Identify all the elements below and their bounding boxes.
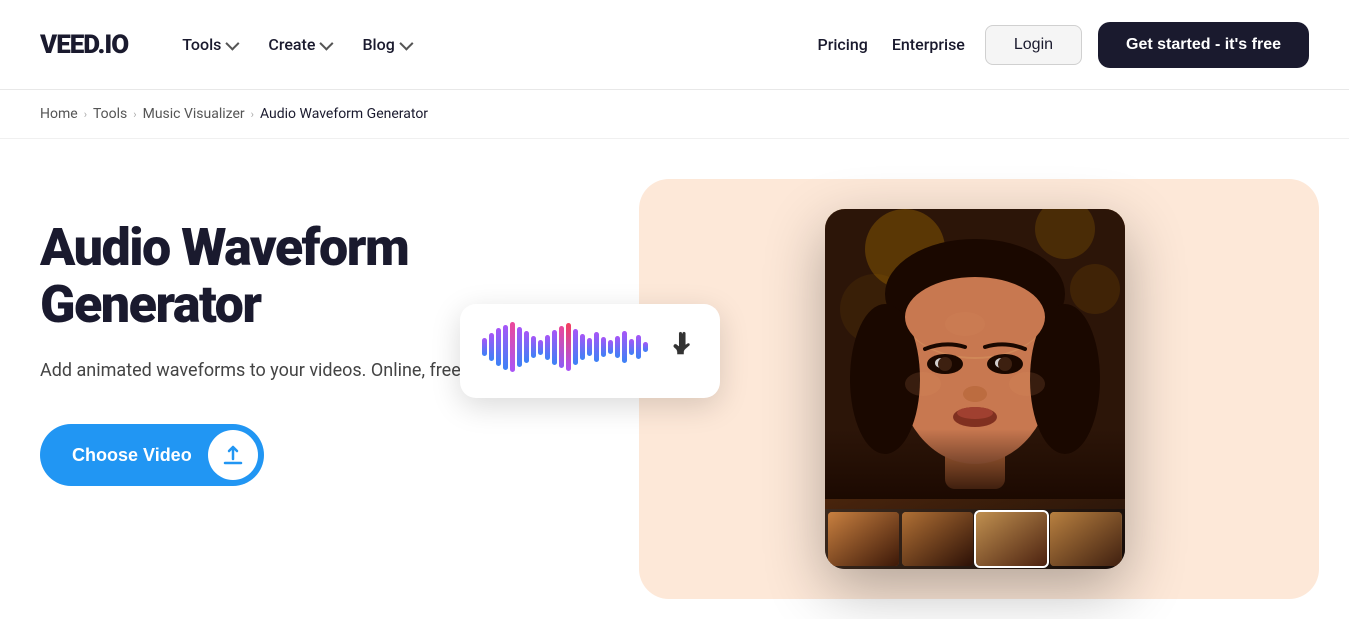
video-thumbnails [825,509,1125,569]
wbar-15 [580,334,585,360]
woman-svg [825,209,1125,499]
woman-face-image [825,209,1125,509]
thumb-svg-3 [976,512,1047,566]
breadcrumb-current: Audio Waveform Generator [260,106,428,122]
wbar-20 [615,336,620,358]
login-button[interactable]: Login [985,25,1082,65]
hero-title: Audio Waveform Generator [40,219,520,333]
wbar-6 [517,327,522,367]
nav-left: Tools Create Blog [168,27,813,62]
hero-text: Audio Waveform Generator Add animated wa… [40,199,520,486]
thumb-svg-2 [902,512,973,566]
wbar-23 [636,335,641,359]
nav-create-label: Create [268,35,315,54]
wbar-16 [587,338,592,356]
waveform-bars [482,322,664,372]
choose-video-button[interactable]: Choose Video [40,424,264,486]
nav-tools[interactable]: Tools [168,27,250,62]
breadcrumb-home[interactable]: Home [40,106,78,122]
breadcrumb-sep-2: › [133,108,136,121]
chevron-down-icon [320,36,334,50]
nav-pricing[interactable]: Pricing [813,27,871,62]
thumb-svg-4 [1050,512,1121,566]
chevron-down-icon [399,36,413,50]
thumb-3 [976,512,1047,566]
main: Audio Waveform Generator Add animated wa… [0,139,1349,619]
nav-blog[interactable]: Blog [348,27,423,62]
hand-cursor-svg [670,330,698,358]
thumb-svg-1 [828,512,899,566]
breadcrumb-music-visualizer[interactable]: Music Visualizer [143,106,245,122]
phone-mockup [825,209,1125,569]
thumb-2 [902,512,973,566]
wbar-9 [538,340,543,355]
wbar-5 [510,322,515,372]
get-started-button[interactable]: Get started - it's free [1098,22,1309,68]
upload-svg [221,443,245,467]
wbar-22 [629,339,634,355]
logo[interactable]: VEED.IO [40,30,128,60]
hero-subtitle: Add animated waveforms to your videos. O… [40,357,520,384]
cursor-icon [670,330,698,364]
wbar-4 [503,325,508,370]
wbar-12 [559,326,564,368]
wbar-10 [545,335,550,360]
wbar-13 [566,323,571,371]
breadcrumb-tools[interactable]: Tools [93,106,127,122]
wbar-7 [524,331,529,363]
hero-image [560,199,1309,579]
wbar-19 [608,340,613,354]
nav-blog-label: Blog [362,35,394,54]
nav-enterprise[interactable]: Enterprise [888,27,969,62]
choose-video-label: Choose Video [72,445,208,466]
wbar-11 [552,330,557,365]
waveform-visual [482,322,698,372]
header: VEED.IO Tools Create Blog Pricing Enterp… [0,0,1349,90]
wbar-14 [573,329,578,365]
wbar-17 [594,332,599,362]
phone-screen [825,209,1125,569]
wbar-18 [601,337,606,357]
upload-icon [208,430,258,480]
wbar-2 [489,333,494,361]
breadcrumb: Home › Tools › Music Visualizer › Audio … [0,90,1349,139]
chevron-down-icon [226,36,240,50]
breadcrumb-sep-3: › [251,108,254,121]
thumb-4 [1050,512,1121,566]
wbar-3 [496,328,501,366]
wbar-8 [531,336,536,358]
thumb-1 [828,512,899,566]
nav-right: Pricing Enterprise Login Get started - i… [813,22,1309,68]
breadcrumb-sep-1: › [84,108,87,121]
wbar-21 [622,331,627,363]
wbar-1 [482,338,487,356]
wbar-24 [643,342,648,352]
nav-tools-label: Tools [182,35,221,54]
waveform-card [460,304,720,398]
nav-create[interactable]: Create [254,27,344,62]
